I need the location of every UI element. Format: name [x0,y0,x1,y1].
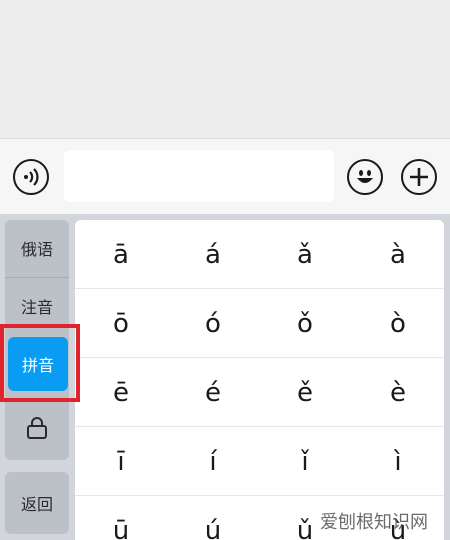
side-item-russian[interactable]: 俄语 [5,220,69,276]
tone-key[interactable]: è [352,358,444,427]
tone-key[interactable]: ǐ [259,427,351,496]
highlight-box [0,324,80,402]
tone-key[interactable]: ī [75,427,167,496]
tone-key[interactable]: ǒ [259,289,351,358]
tone-key[interactable]: é [167,358,259,427]
back-button[interactable]: 返回 [5,472,69,534]
message-input[interactable] [64,150,334,202]
tone-key[interactable]: á [167,220,259,289]
tone-key[interactable]: ò [352,289,444,358]
lock-button[interactable] [5,396,69,460]
plus-button[interactable] [401,159,437,195]
tone-key[interactable]: ǎ [259,220,351,289]
tone-row: ō ó ǒ ò [75,289,444,358]
tone-row: ā á ǎ à [75,220,444,289]
tone-key[interactable]: ó [167,289,259,358]
lock-icon [27,417,47,439]
tone-key[interactable]: à [352,220,444,289]
emoji-icon [357,170,373,183]
input-bar [0,138,450,214]
tone-key[interactable]: ú [167,496,259,540]
tone-key[interactable]: í [167,427,259,496]
tone-row: ē é ě è [75,358,444,427]
watermark: 爱刨根知识网 [320,512,428,533]
emoji-button[interactable] [347,159,383,195]
tone-key[interactable]: ū [75,496,167,540]
voice-icon [24,168,39,186]
voice-button[interactable] [13,159,49,195]
pinyin-tone-grid: ā á ǎ à ō ó ǒ ò ē é ě è ī í ǐ ì ū ú ǔ ù [75,220,444,540]
tone-key[interactable]: ě [259,358,351,427]
tone-row: ī í ǐ ì [75,427,444,496]
tone-key[interactable]: ē [75,358,167,427]
chat-area [0,0,450,138]
plus-icon [410,168,428,186]
tone-key[interactable]: ā [75,220,167,289]
tone-key[interactable]: ì [352,427,444,496]
tone-key[interactable]: ō [75,289,167,358]
